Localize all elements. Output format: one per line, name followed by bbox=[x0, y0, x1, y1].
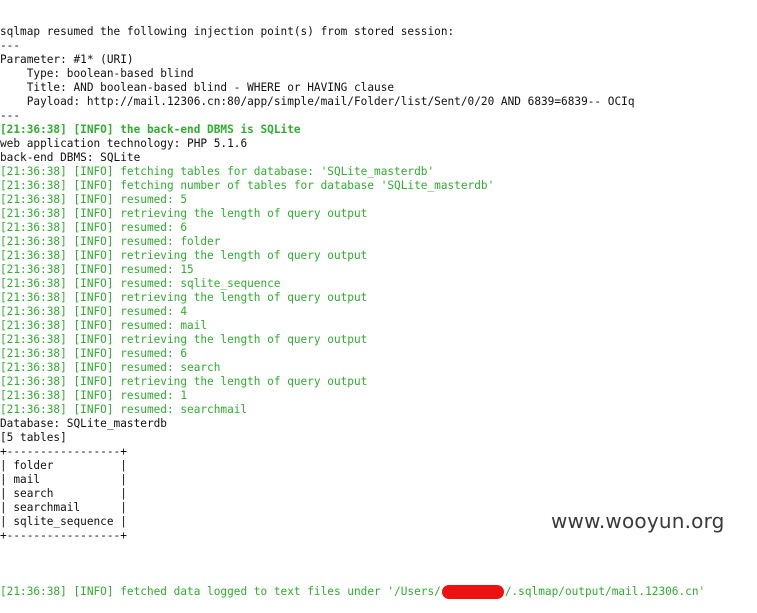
terminal-line: [21:36:38] [INFO] retrieving the length … bbox=[0, 333, 368, 346]
terminal-line: [21:36:38] [INFO] retrieving the length … bbox=[0, 291, 368, 304]
terminal-line: web application technology: PHP 5.1.6 bbox=[0, 137, 248, 150]
terminal-line: [5 tables] bbox=[0, 431, 67, 444]
terminal-line: --- bbox=[0, 109, 21, 122]
terminal-line: [21:36:38] [INFO] resumed: 4 bbox=[0, 305, 188, 318]
terminal-line: [21:36:38] [INFO] the back-end DBMS is S… bbox=[0, 123, 301, 136]
terminal-line: [21:36:38] [INFO] fetching tables for da… bbox=[0, 165, 435, 178]
terminal-line: [21:36:38] [INFO] retrieving the length … bbox=[0, 207, 368, 220]
watermark-text: www.wooyun.org bbox=[551, 509, 725, 533]
redacted-username bbox=[441, 585, 504, 599]
terminal-line: [21:36:38] [INFO] resumed: search bbox=[0, 361, 221, 374]
terminal-line: Parameter: #1* (URI) bbox=[0, 53, 134, 66]
terminal-line: [21:36:38] [INFO] resumed: sqlite_sequen… bbox=[0, 277, 281, 290]
terminal-line: | mail | bbox=[0, 473, 127, 486]
terminal-line: Payload: http://mail.12306.cn:80/app/sim… bbox=[0, 95, 635, 108]
terminal-line: --- bbox=[0, 39, 21, 52]
terminal-line: [21:36:38] [INFO] resumed: 6 bbox=[0, 221, 188, 234]
terminal-line: | folder | bbox=[0, 459, 127, 472]
terminal-line: Title: AND boolean-based blind - WHERE o… bbox=[0, 81, 395, 94]
terminal-line: Type: boolean-based blind bbox=[0, 67, 194, 80]
terminal-line: [21:36:38] [INFO] resumed: 15 bbox=[0, 263, 194, 276]
terminal-line: Database: SQLite_masterdb bbox=[0, 417, 167, 430]
terminal-line: [21:36:38] [INFO] resumed: searchmail bbox=[0, 403, 248, 416]
terminal-line: [21:36:38] [INFO] retrieving the length … bbox=[0, 249, 368, 262]
terminal-line: [21:36:38] [INFO] retrieving the length … bbox=[0, 375, 368, 388]
terminal-line: [21:36:38] [INFO] resumed: 1 bbox=[0, 389, 188, 402]
final-log-line-start: [21:36:38] [INFO] fetched data logged to… bbox=[0, 585, 441, 598]
terminal-line: [21:36:38] [INFO] resumed: 5 bbox=[0, 193, 188, 206]
terminal-line: | search | bbox=[0, 487, 127, 500]
terminal-line: [21:36:38] [INFO] resumed: mail bbox=[0, 319, 208, 332]
terminal-line: +-----------------+ bbox=[0, 445, 127, 458]
terminal-line: back-end DBMS: SQLite bbox=[0, 151, 141, 164]
terminal-lines: sqlmap resumed the following injection p… bbox=[0, 25, 757, 557]
terminal-output: sqlmap resumed the following injection p… bbox=[0, 0, 757, 599]
terminal-line: [21:36:38] [INFO] resumed: folder bbox=[0, 235, 221, 248]
terminal-line: [21:36:38] [INFO] fetching number of tab… bbox=[0, 179, 495, 192]
final-log-line: [21:36:38] [INFO] fetched data logged to… bbox=[0, 585, 757, 599]
terminal-line: [21:36:38] [INFO] resumed: 6 bbox=[0, 347, 188, 360]
terminal-line: sqlmap resumed the following injection p… bbox=[0, 25, 455, 38]
final-log-line-end: /.sqlmap/output/mail.12306.cn' bbox=[504, 585, 706, 598]
